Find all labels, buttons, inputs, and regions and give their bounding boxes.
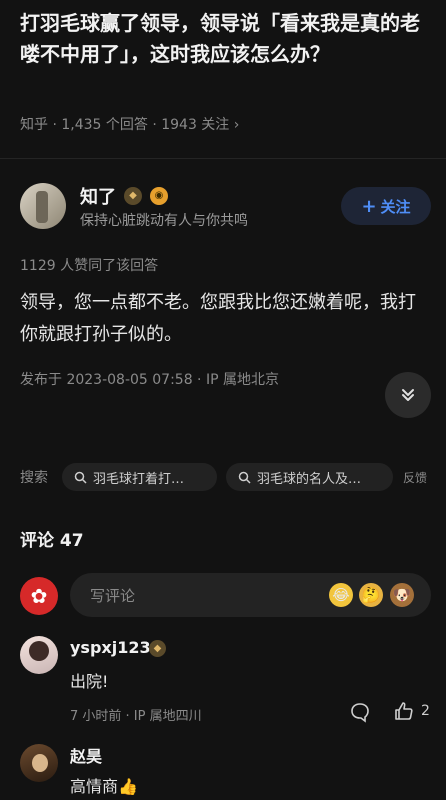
laughing-emoji-icon[interactable]: 😂 xyxy=(329,583,353,607)
comment-placeholder: 写评论 xyxy=(90,587,136,605)
search-label: 搜索 xyxy=(20,470,48,486)
comment-icon[interactable] xyxy=(349,701,371,728)
dog-emoji-icon[interactable]: 🐶 xyxy=(390,583,414,607)
search-icon xyxy=(238,471,251,484)
author-name[interactable]: 知了 xyxy=(80,183,116,209)
author-bio: 保持心脏跳动有人与你共鸣 xyxy=(80,213,248,229)
question-title: 打羽毛球赢了领导，领导说「看来我是真的老喽不中用了」，这时我应该怎么办？ xyxy=(20,11,420,66)
feedback-link[interactable]: 反馈 xyxy=(403,469,427,486)
upvote-count: 1129 人赞同了该回答 xyxy=(20,258,159,274)
comment-avatar[interactable] xyxy=(20,636,58,674)
comments-header: 评论 47 xyxy=(20,531,84,551)
search-suggestion-chip[interactable]: 羽毛球打着打… xyxy=(62,463,217,491)
collapse-button[interactable] xyxy=(385,372,431,418)
eye-badge-icon: ◉ xyxy=(150,187,168,205)
answer-meta: 发布于 2023-08-05 07:58 · IP 属地北京 xyxy=(20,372,279,388)
author-avatar[interactable] xyxy=(20,183,66,229)
like-count: 2 xyxy=(421,703,430,719)
question-meta[interactable]: 知乎 · 1,435 个回答 · 1943 关注 › xyxy=(20,114,239,134)
comment-input[interactable]: 写评论 😂 🤔 🐶 xyxy=(70,573,431,617)
follow-label: 关注 xyxy=(380,197,411,216)
chip-label: 羽毛球打着打… xyxy=(93,471,185,487)
search-suggestion-chip[interactable]: 羽毛球的名人及… xyxy=(226,463,393,491)
comment-text: 出院! xyxy=(70,672,109,691)
comment-avatar[interactable] xyxy=(20,744,58,782)
comment-author[interactable]: yspxj123 xyxy=(70,638,151,657)
answer-content: 领导，您一点都不老。您跟我比您还嫩着呢，我打你就跟打孙子似的。 xyxy=(20,292,416,345)
level-badge-icon: ◆ xyxy=(124,187,142,205)
thinking-emoji-icon[interactable]: 🤔 xyxy=(359,583,383,607)
comment-text: 高情商👍 xyxy=(70,777,138,796)
follow-button[interactable]: + 关注 xyxy=(341,187,431,225)
search-icon xyxy=(74,471,87,484)
chevron-double-down-icon xyxy=(402,389,414,401)
comment-author[interactable]: 赵昊 xyxy=(70,743,102,767)
comment-meta: 7 小时前 · IP 属地四川 xyxy=(70,709,202,724)
my-avatar[interactable]: ✿ xyxy=(20,577,58,615)
plus-icon: + xyxy=(361,195,377,217)
thumb-up-icon[interactable] xyxy=(393,700,415,727)
divider xyxy=(0,158,446,159)
level-badge-icon: ◆ xyxy=(149,640,166,657)
chip-label: 羽毛球的名人及… xyxy=(257,471,362,487)
